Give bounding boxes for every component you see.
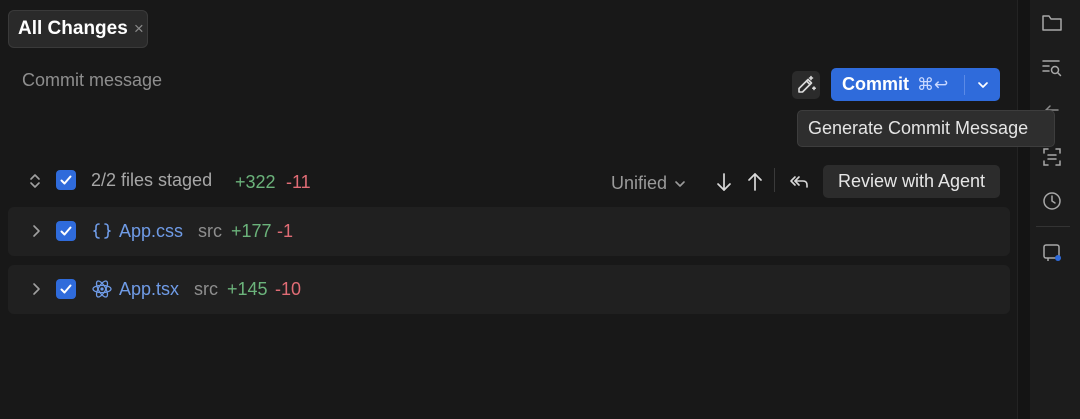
revert-all-button[interactable] <box>786 170 812 194</box>
total-deletions: -11 <box>286 172 311 192</box>
commit-button-label: Commit <box>842 74 909 94</box>
expand-collapse-button[interactable] <box>26 171 44 191</box>
file-path: src <box>198 221 222 241</box>
check-icon <box>60 226 72 236</box>
expand-file-button[interactable] <box>28 279 44 299</box>
commit-button-group: Commit ⌘↩ <box>831 68 1000 101</box>
arrow-down-icon <box>717 173 731 191</box>
review-with-agent-button[interactable]: Review with Agent <box>823 165 1000 198</box>
file-deletions: -1 <box>277 221 294 241</box>
reply-all-icon <box>790 176 808 188</box>
tooltip: Generate Commit Message <box>797 110 1055 147</box>
stage-file-checkbox[interactable] <box>56 221 76 241</box>
chevron-up-down-icon <box>30 174 40 188</box>
stage-file-checkbox[interactable] <box>56 279 76 299</box>
commit-button[interactable]: Commit ⌘↩ <box>831 74 964 95</box>
staged-summary-row: 2/2 files staged +322 -11 Unified Review… <box>0 160 1010 202</box>
toolbar-divider <box>1036 226 1070 227</box>
history-icon[interactable] <box>1040 189 1064 213</box>
file-row-app-tsx[interactable]: App.tsx src +145 -10 <box>8 265 1010 314</box>
commit-options-dropdown[interactable] <box>965 78 1000 92</box>
file-additions: +177 <box>231 221 272 241</box>
chevron-right-icon <box>33 225 40 237</box>
tab-all-changes[interactable]: All Changes × <box>8 10 148 48</box>
react-icon <box>91 278 113 300</box>
chevron-right-icon <box>33 283 40 295</box>
expand-file-button[interactable] <box>28 221 44 241</box>
file-name: App.css <box>119 221 184 241</box>
view-mode-label: Unified <box>611 173 668 193</box>
close-icon[interactable]: × <box>134 19 144 39</box>
folder-icon[interactable] <box>1040 11 1064 35</box>
file-name: App.tsx <box>119 279 180 299</box>
total-additions: +322 <box>235 172 276 192</box>
file-additions: +145 <box>227 279 268 299</box>
view-mode-select[interactable]: Unified <box>611 173 687 194</box>
tab-label: All Changes <box>18 18 128 39</box>
scan-icon[interactable] <box>1040 145 1064 169</box>
next-change-button[interactable] <box>712 170 736 194</box>
generate-commit-message-button[interactable] <box>792 71 820 99</box>
toolbar-divider <box>774 168 775 192</box>
search-list-icon[interactable] <box>1040 56 1064 80</box>
arrow-up-icon <box>748 173 762 191</box>
chevron-down-icon <box>977 81 988 88</box>
stage-all-checkbox[interactable] <box>56 170 76 190</box>
check-icon <box>60 284 72 294</box>
changes-panel: All Changes × Commit message Commit ⌘↩ G… <box>0 0 1055 419</box>
css-braces-icon <box>92 220 112 242</box>
chevron-down-icon <box>675 180 685 187</box>
check-icon <box>60 175 72 185</box>
commit-message-input[interactable]: Commit message <box>22 70 162 91</box>
file-deletions: -10 <box>275 279 302 299</box>
notification-icon[interactable] <box>1040 241 1064 265</box>
magic-pen-icon <box>798 75 816 93</box>
commit-shortcut: ⌘↩ <box>917 74 949 94</box>
file-row-app-css[interactable]: App.css src +177 -1 <box>8 207 1010 256</box>
staged-summary: 2/2 files staged <box>91 170 213 190</box>
previous-change-button[interactable] <box>743 170 767 194</box>
file-path: src <box>194 279 218 299</box>
